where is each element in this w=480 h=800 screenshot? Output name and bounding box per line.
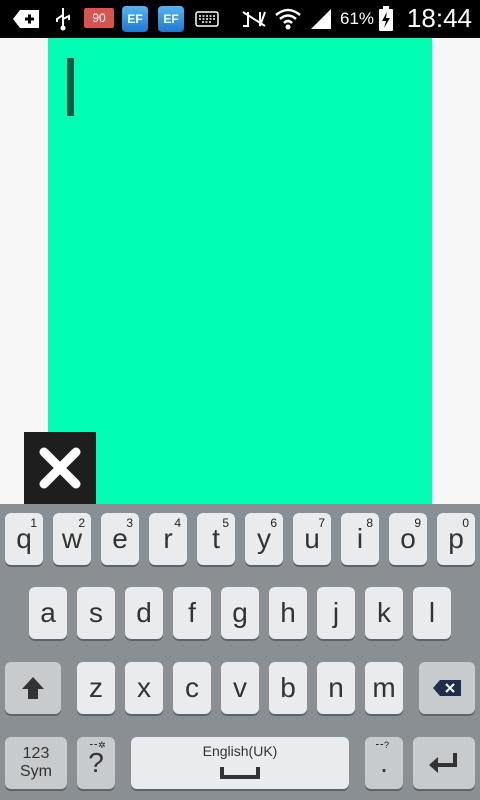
enter-icon [429, 753, 457, 773]
key-w[interactable]: w2 [53, 513, 91, 565]
key-g[interactable]: g [221, 587, 259, 639]
key-o[interactable]: o9 [389, 513, 427, 565]
backspace-key[interactable] [419, 662, 475, 714]
question-key[interactable]: ? ⁃⁃✲ [77, 737, 115, 789]
backspace-notification-icon [12, 7, 42, 31]
wifi-icon [274, 7, 302, 31]
key-d[interactable]: d [125, 587, 163, 639]
key-f[interactable]: f [173, 587, 211, 639]
battery-charging-icon [376, 6, 396, 31]
backspace-icon [433, 680, 461, 696]
key-e[interactable]: e3 [101, 513, 139, 565]
key-k[interactable]: k [365, 587, 403, 639]
key-q[interactable]: q1 [5, 513, 43, 565]
key-r[interactable]: r4 [149, 513, 187, 565]
file-manager-icon: EF [122, 6, 148, 32]
clock: 18:44 [406, 3, 472, 33]
key-x[interactable]: x [125, 662, 163, 714]
key-t[interactable]: t5 [197, 513, 235, 565]
key-z[interactable]: z [77, 662, 115, 714]
close-icon [39, 447, 81, 489]
key-j[interactable]: j [317, 587, 355, 639]
shift-key[interactable] [5, 662, 61, 714]
enter-key[interactable] [413, 737, 475, 789]
key-a[interactable]: a [29, 587, 67, 639]
key-l[interactable]: l [413, 587, 451, 639]
key-b[interactable]: b [269, 662, 307, 714]
text-cursor [67, 58, 74, 116]
space-key[interactable]: English(UK) [131, 737, 349, 789]
key-y[interactable]: y6 [245, 513, 283, 565]
usb-icon [52, 7, 74, 31]
key-p[interactable]: p0 [437, 513, 475, 565]
space-bar-icon [220, 767, 260, 779]
signal-icon [308, 7, 334, 31]
shift-icon [22, 677, 44, 699]
file-manager-icon-2: EF [158, 6, 184, 32]
key-h[interactable]: h [269, 587, 307, 639]
key-v[interactable]: v [221, 662, 259, 714]
battery-percent: 61% [340, 9, 375, 28]
keyboard-icon [194, 7, 220, 31]
key-s[interactable]: s [77, 587, 115, 639]
soft-keyboard: q1 w2 e3 r4 t5 y6 u7 i8 o9 p0 a s d f g … [0, 504, 480, 800]
key-n[interactable]: n [317, 662, 355, 714]
key-u[interactable]: u7 [293, 513, 331, 565]
period-key[interactable]: . ⁃⁃? [365, 737, 403, 789]
drawing-canvas[interactable] [48, 38, 432, 504]
key-m[interactable]: m [365, 662, 403, 714]
symbols-key[interactable]: 123 Sym [5, 737, 67, 789]
mute-icon [240, 7, 268, 31]
status-bar: 90 EF EF 61% 18:44 [0, 0, 480, 38]
notification-badge: 90 [84, 8, 114, 28]
key-i[interactable]: i8 [341, 513, 379, 565]
close-button[interactable] [24, 432, 96, 504]
key-c[interactable]: c [173, 662, 211, 714]
